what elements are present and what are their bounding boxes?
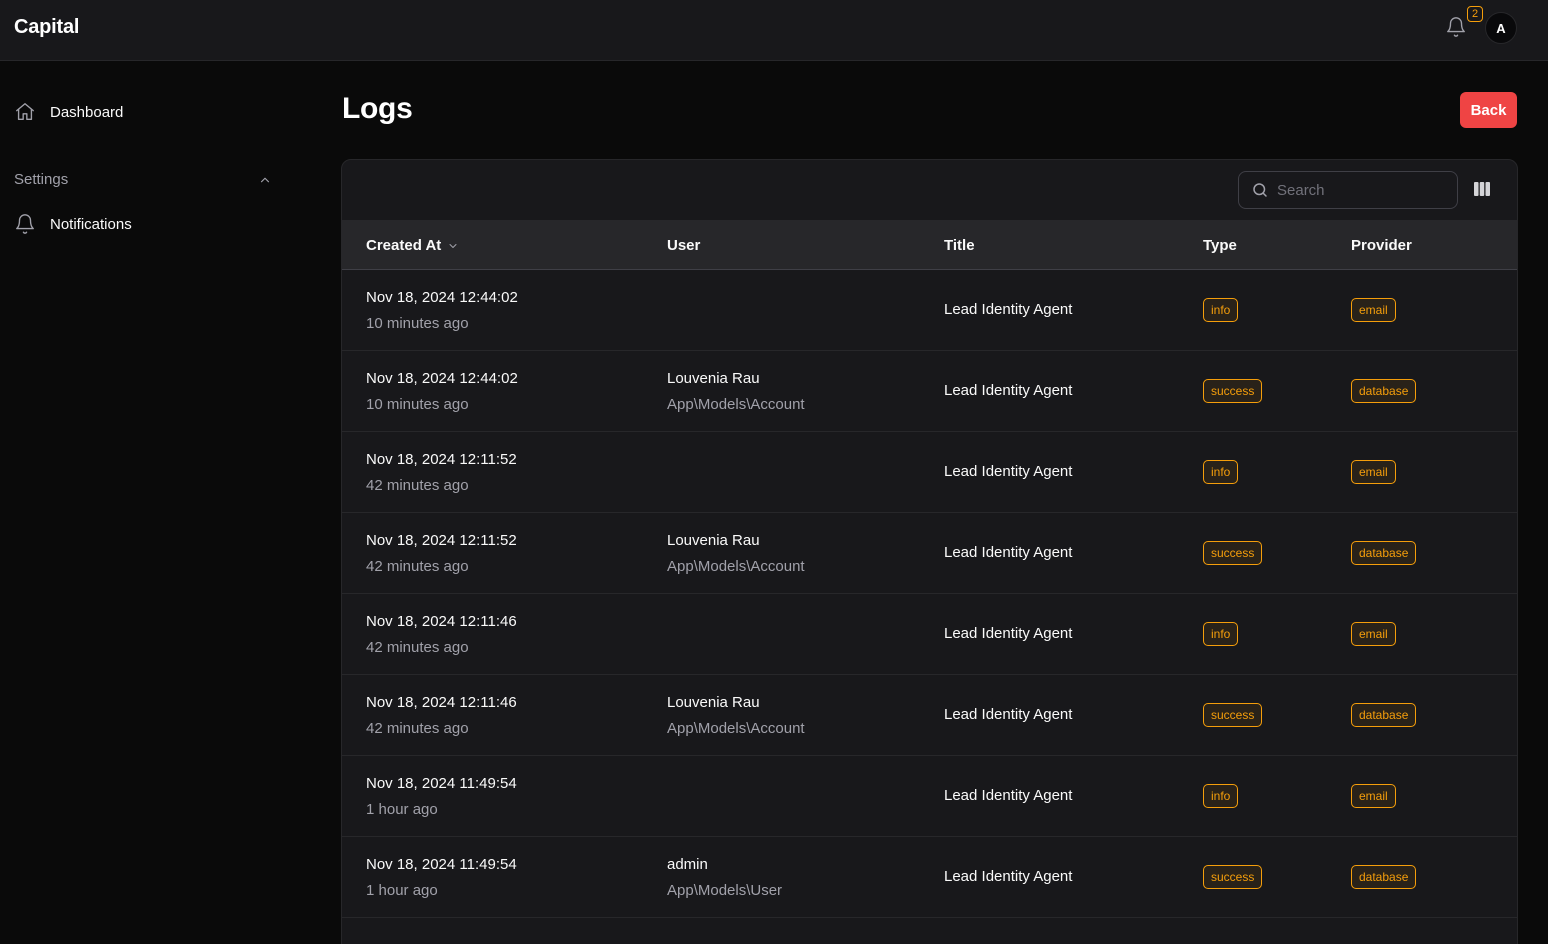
log-title: Lead Identity Agent — [944, 625, 1073, 642]
search-input[interactable] — [1277, 181, 1447, 199]
column-header-user: User — [667, 237, 701, 254]
provider-badge: database — [1351, 703, 1417, 727]
log-title: Lead Identity Agent — [944, 787, 1073, 804]
table-row[interactable]: Nov 18, 2024 11:49:54 1 hour ago admin App\… — [342, 837, 1517, 918]
chevron-up-icon — [260, 177, 270, 182]
home-icon — [16, 103, 34, 121]
table-row[interactable]: Nov 18, 2024 12:11:52 42 minutes ago Lead … — [342, 432, 1517, 513]
columns-toggle-icon[interactable] — [1473, 180, 1493, 200]
created-at-date: Nov 18, 2024 12:44:02 — [366, 289, 518, 306]
provider-badge: email — [1351, 622, 1396, 646]
column-header-label: Created At — [366, 237, 442, 254]
created-at-date: Nov 18, 2024 12:11:52 — [366, 451, 517, 468]
user-model: App\Models\Account — [667, 396, 805, 413]
top-bar: Capital 2 A — [0, 0, 1548, 61]
log-title: Lead Identity Agent — [944, 544, 1073, 561]
table-toolbar — [342, 160, 1517, 221]
log-title: Lead Identity Agent — [944, 301, 1073, 318]
type-badge: success — [1203, 541, 1263, 565]
provider-badge: email — [1351, 460, 1396, 484]
created-at-relative: 10 minutes ago — [366, 315, 469, 332]
user-model: App\Models\Account — [667, 558, 805, 575]
column-header-title: Title — [944, 237, 975, 254]
created-at-date: Nov 18, 2024 11:49:54 — [366, 856, 517, 873]
table-row[interactable]: Nov 18, 2024 12:11:46 42 minutes ago Louve… — [342, 675, 1517, 756]
table-row[interactable]: Nov 18, 2024 12:11:46 42 minutes ago Lead … — [342, 594, 1517, 675]
logs-table: Created At User Title Type Provider Nov … — [341, 159, 1518, 944]
notifications-bell-icon[interactable] — [1445, 16, 1469, 40]
column-header-provider: Provider — [1351, 237, 1412, 254]
table-row[interactable]: Nov 18, 2024 12:11:52 42 minutes ago Louve… — [342, 513, 1517, 594]
table-row[interactable]: Nov 18, 2024 11:49:54 1 hour ago Lead Iden… — [342, 756, 1517, 837]
type-badge: success — [1203, 865, 1263, 889]
column-header-type: Type — [1203, 237, 1237, 254]
settings-section-toggle[interactable]: Settings — [14, 171, 272, 188]
brand-logo[interactable]: Capital — [14, 16, 79, 39]
user-avatar[interactable]: A — [1485, 12, 1517, 44]
created-at-relative: 42 minutes ago — [366, 477, 469, 494]
created-at-relative: 10 minutes ago — [366, 396, 469, 413]
sidebar: Dashboard Settings Notifications — [0, 61, 300, 944]
created-at-relative: 42 minutes ago — [366, 720, 469, 737]
created-at-relative: 1 hour ago — [366, 801, 438, 818]
created-at-date: Nov 18, 2024 12:44:02 — [366, 370, 518, 387]
user-name: Louvenia Rau — [667, 694, 760, 711]
table-row[interactable]: Nov 18, 2024 12:44:02 10 minutes ago Louve… — [342, 351, 1517, 432]
sidebar-item-dashboard[interactable]: Dashboard — [14, 101, 123, 123]
bell-icon — [16, 214, 34, 234]
notifications-count-badge: 2 — [1467, 6, 1483, 22]
log-title: Lead Identity Agent — [944, 868, 1073, 885]
search-icon — [1253, 183, 1267, 197]
chevron-down-icon — [449, 243, 457, 248]
log-title: Lead Identity Agent — [944, 706, 1073, 723]
type-badge: success — [1203, 703, 1263, 727]
user-model: App\Models\Account — [667, 720, 805, 737]
type-badge: info — [1203, 622, 1239, 646]
created-at-date: Nov 18, 2024 12:11:52 — [366, 532, 517, 549]
back-button[interactable]: Back — [1460, 92, 1517, 128]
user-name: Louvenia Rau — [667, 370, 760, 387]
type-badge: info — [1203, 784, 1239, 808]
sidebar-item-notifications[interactable]: Notifications — [14, 213, 132, 235]
column-header-created-at[interactable]: Created At — [366, 237, 459, 254]
created-at-relative: 1 hour ago — [366, 882, 438, 899]
created-at-date: Nov 18, 2024 12:11:46 — [366, 613, 517, 630]
provider-badge: email — [1351, 298, 1396, 322]
user-name: Louvenia Rau — [667, 532, 760, 549]
user-model: App\Models\User — [667, 882, 783, 899]
created-at-date: Nov 18, 2024 11:49:54 — [366, 775, 517, 792]
log-title: Lead Identity Agent — [944, 382, 1073, 399]
created-at-relative: 42 minutes ago — [366, 639, 469, 656]
type-badge: info — [1203, 460, 1239, 484]
table-row[interactable]: Nov 18, 2024 12:44:02 10 minutes ago Lead … — [342, 270, 1517, 351]
log-title: Lead Identity Agent — [944, 463, 1073, 480]
provider-badge: database — [1351, 865, 1417, 889]
settings-section-label: Settings — [14, 171, 69, 188]
search-field[interactable] — [1238, 171, 1458, 209]
created-at-relative: 42 minutes ago — [366, 558, 469, 575]
created-at-date: Nov 18, 2024 12:11:46 — [366, 694, 517, 711]
provider-badge: database — [1351, 379, 1417, 403]
user-name: admin — [667, 856, 708, 873]
type-badge: success — [1203, 379, 1263, 403]
table-body: Nov 18, 2024 12:44:02 10 minutes ago Lead … — [342, 270, 1517, 918]
sidebar-item-label: Notifications — [50, 215, 132, 233]
provider-badge: database — [1351, 541, 1417, 565]
table-header: Created At User Title Type Provider — [342, 221, 1517, 270]
page-title: Logs — [342, 92, 413, 125]
provider-badge: email — [1351, 784, 1396, 808]
sidebar-item-label: Dashboard — [50, 103, 124, 121]
type-badge: info — [1203, 298, 1239, 322]
